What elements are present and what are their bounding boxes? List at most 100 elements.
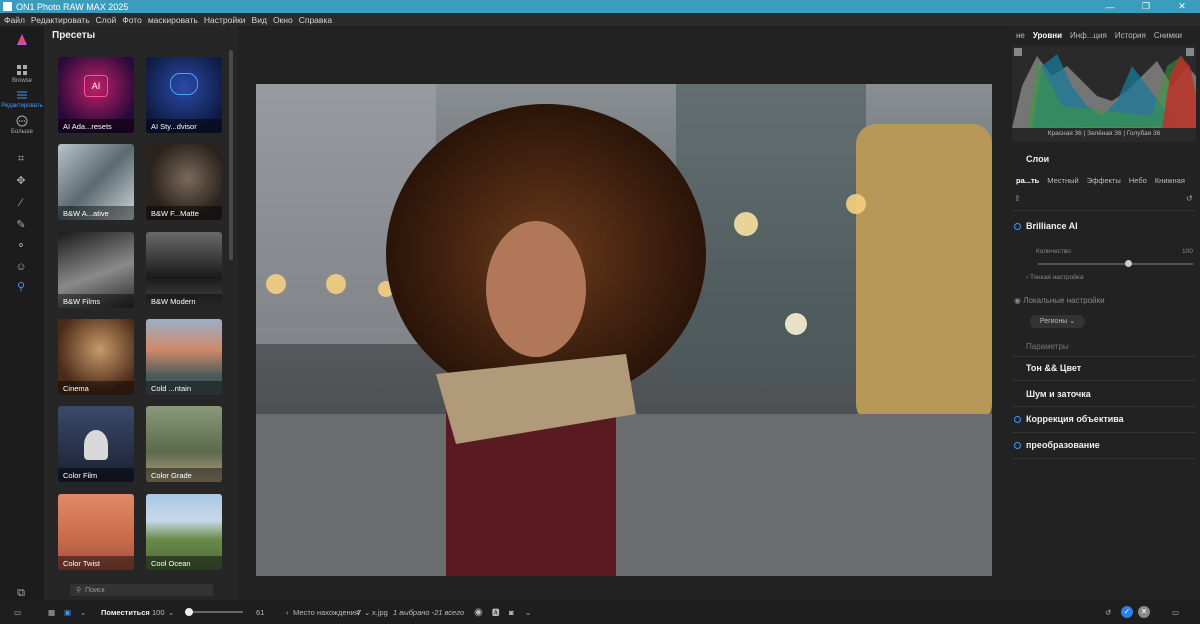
- edit-module[interactable]: Редактировать: [0, 89, 44, 109]
- preset-tile-cinema[interactable]: Cinema: [58, 319, 134, 395]
- noise-sharpen-section[interactable]: Шум и заточка: [1026, 389, 1091, 399]
- menu-edit[interactable]: Редактировать: [31, 15, 90, 25]
- search-zoom-icon[interactable]: ⚲: [14, 280, 28, 294]
- cancel-icon[interactable]: ✕: [1138, 606, 1150, 618]
- brilliance-title[interactable]: Brilliance AI: [1026, 221, 1078, 231]
- highlight-clip-icon[interactable]: [1186, 48, 1194, 56]
- title-bar: ON1 Photo RAW MAX 2025 — ❐ ✕: [0, 0, 1200, 13]
- tab-nav[interactable]: не: [1016, 31, 1025, 40]
- bottom-bar: ▭ ▦ ▣ ⌄ Поместиться 100 ⌄ 61 ‹ Место нах…: [0, 600, 1200, 624]
- more-module[interactable]: Больше: [0, 115, 44, 135]
- confirm-icon[interactable]: ✓: [1121, 606, 1133, 618]
- preset-tile-cool-ocean[interactable]: Cool Ocean: [146, 494, 222, 570]
- menu-photo[interactable]: Фото: [122, 15, 142, 25]
- transform-toggle[interactable]: [1014, 442, 1021, 449]
- menu-mask[interactable]: маскировать: [148, 15, 198, 25]
- preset-tile-bw-alternative[interactable]: B&W A...ative: [58, 144, 134, 220]
- zoom-slider-value: 61: [256, 607, 265, 617]
- main-photo[interactable]: [256, 84, 992, 576]
- edit-subtabs: ра...ть Местный Эффекты Небо Книжная: [1008, 176, 1200, 188]
- brush-icon[interactable]: ✎: [14, 218, 28, 232]
- preset-tile-bw-films[interactable]: B&W Films: [58, 232, 134, 308]
- tab-snapshots[interactable]: Снимки: [1154, 31, 1182, 40]
- preset-search-input[interactable]: ⚲ Поиск: [70, 584, 213, 596]
- preset-tile-ai-adaptive[interactable]: AI AI Ada...resets: [58, 57, 134, 133]
- close-button[interactable]: ✕: [1164, 1, 1200, 12]
- menu-file[interactable]: Файл: [4, 15, 25, 25]
- zoom-dropdown-icon[interactable]: ⌄: [168, 600, 174, 624]
- overlay-dropdown-icon[interactable]: ⌄: [525, 600, 531, 624]
- zoom-slider-knob[interactable]: [185, 608, 193, 616]
- fit-button[interactable]: Поместиться: [101, 600, 150, 624]
- browse-module[interactable]: Browse: [0, 64, 44, 84]
- retouch-icon[interactable]: ⚬: [14, 239, 28, 253]
- tab-info[interactable]: Инф...ция: [1070, 31, 1107, 40]
- menu-view[interactable]: Вид: [252, 15, 267, 25]
- single-view-icon[interactable]: ▣: [64, 600, 71, 624]
- mask-view-icon[interactable]: ◙: [509, 600, 514, 624]
- tab-levels[interactable]: Уровни: [1033, 31, 1062, 40]
- menu-help[interactable]: Справка: [299, 15, 332, 25]
- location-dropdown-icon[interactable]: ⌄: [364, 600, 370, 624]
- save-preset-icon[interactable]: ⇪: [1014, 194, 1021, 203]
- tab-history[interactable]: История: [1115, 31, 1146, 40]
- layers-stack-icon[interactable]: ⧉: [14, 586, 28, 600]
- preset-tile-bw-film-matte[interactable]: B&W F...Matte: [146, 144, 222, 220]
- local-settings-radio[interactable]: ◉ Локальные настройки: [1014, 296, 1105, 305]
- menu-window[interactable]: Окно: [273, 15, 293, 25]
- preset-tile-bw-modern[interactable]: B&W Modern: [146, 232, 222, 308]
- zoom-level[interactable]: 100: [152, 600, 165, 624]
- panel-toggle-icon[interactable]: ▭: [14, 600, 21, 624]
- preset-label: B&W A...ative: [58, 206, 134, 220]
- amount-slider-knob[interactable]: [1124, 260, 1132, 267]
- view-dropdown-icon[interactable]: ⌄: [80, 600, 86, 624]
- lens-correction-section[interactable]: Коррекция объектива: [1026, 414, 1124, 424]
- transform-section[interactable]: преобразование: [1026, 440, 1100, 450]
- shadow-clip-icon[interactable]: [1014, 48, 1022, 56]
- undo-icon[interactable]: ↺: [1105, 600, 1111, 624]
- amount-slider[interactable]: [1038, 260, 1193, 267]
- preset-tile-ai-style-advisor[interactable]: AI Sty...dvisor: [146, 57, 222, 133]
- wand-icon[interactable]: ⁄: [14, 196, 28, 210]
- preset-tile-color-film[interactable]: Color Film: [58, 406, 134, 482]
- brilliance-toggle[interactable]: [1014, 223, 1021, 230]
- presets-scrollbar[interactable]: [229, 50, 233, 260]
- location-count[interactable]: 7: [357, 600, 361, 624]
- maximize-button[interactable]: ❐: [1128, 1, 1164, 12]
- window-title: ON1 Photo RAW MAX 2025: [16, 1, 129, 12]
- menu-settings[interactable]: Настройки: [204, 15, 246, 25]
- crop-icon[interactable]: ⌗: [14, 152, 28, 166]
- subtab-develop[interactable]: ра...ть: [1016, 176, 1039, 188]
- right-panel-toggle-icon[interactable]: ▭: [1172, 600, 1179, 624]
- eye-icon[interactable]: ◉: [474, 600, 483, 624]
- more-label: Больше: [11, 129, 33, 135]
- lens-toggle[interactable]: [1014, 416, 1021, 423]
- prev-icon[interactable]: ‹: [286, 600, 289, 624]
- reset-icon[interactable]: ↺: [1186, 194, 1193, 203]
- text-overlay-icon[interactable]: 🅰: [492, 600, 500, 624]
- subtab-portrait[interactable]: Книжная: [1155, 176, 1185, 188]
- preset-tile-cold-mountain[interactable]: Cold ...ntain: [146, 319, 222, 395]
- menu-layer[interactable]: Слой: [96, 15, 117, 25]
- preset-label: B&W Modern: [146, 294, 222, 308]
- zoom-slider[interactable]: [185, 608, 243, 616]
- portrait-icon[interactable]: ☺: [14, 260, 28, 274]
- photo-render: [256, 84, 992, 576]
- move-icon[interactable]: ✥: [14, 174, 28, 188]
- regions-dropdown[interactable]: Регионы ⌄: [1030, 315, 1085, 328]
- grid-view-icon[interactable]: ▦: [48, 600, 55, 624]
- divider: [1012, 432, 1196, 433]
- minimize-button[interactable]: —: [1092, 2, 1128, 12]
- preset-tile-color-grade[interactable]: Color Grade: [146, 406, 222, 482]
- histogram: [1012, 46, 1196, 142]
- subtab-effects[interactable]: Эффекты: [1087, 176, 1121, 188]
- tone-color-section[interactable]: Тон && Цвет: [1026, 363, 1081, 373]
- preset-tile-color-twist[interactable]: Color Twist: [58, 494, 134, 570]
- fine-tune-toggle[interactable]: › Тонкая настройка: [1026, 274, 1083, 281]
- subtab-sky[interactable]: Небо: [1129, 176, 1147, 188]
- divider: [1012, 380, 1196, 381]
- search-placeholder: Поиск: [85, 586, 105, 594]
- layers-title[interactable]: Слои: [1026, 154, 1049, 164]
- divider: [1012, 210, 1196, 211]
- subtab-local[interactable]: Местный: [1047, 176, 1078, 188]
